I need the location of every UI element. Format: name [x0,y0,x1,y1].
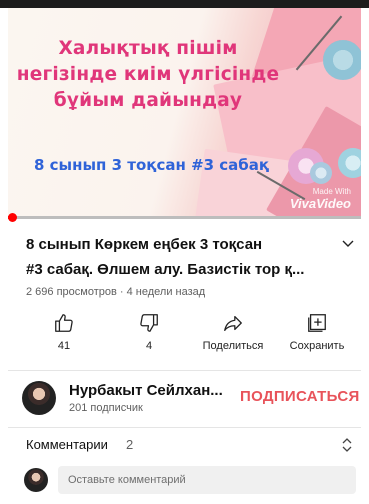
progress-scrubber[interactable] [8,213,17,222]
status-bar [0,0,369,8]
subscriber-count: 201 подписчик [69,402,143,414]
divider [8,370,361,371]
dislike-button[interactable]: 4 [114,312,184,352]
like-count: 41 [57,340,71,352]
comments-label[interactable]: Комментарии [26,437,108,452]
like-button[interactable]: 41 [29,312,99,352]
video-player[interactable]: Халықтық пішім негізінде киім үлгісінде … [8,8,361,218]
thread-spool-image [310,162,332,184]
subscribe-button[interactable]: ПОДПИСАТЬСЯ [240,388,360,405]
watermark: Made With VivaVideo [290,188,351,212]
comments-count: 2 [126,437,134,452]
share-button[interactable]: Поделиться [198,312,268,352]
comment-input[interactable]: Оставьте комментарий [58,466,356,494]
channel-name[interactable]: Нурбакыт Сейлхан... [69,382,223,399]
thumbnail-title-line: бұйым дайындау [53,90,243,111]
thumb-down-icon [140,314,158,332]
thumb-up-icon [55,314,73,332]
share-icon [224,315,242,331]
thumbnail-subtitle: 8 сынып 3 тоқсан #3 сабақ [34,156,270,174]
divider [8,427,361,428]
video-meta: 2 696 просмотров · 4 недели назад [26,286,206,298]
thread-spool-image [338,148,361,178]
video-title-line: #3 сабақ. Өлшем алу. Базистік тор қ... [26,261,305,278]
watermark-brand: VivaVideo [289,196,351,211]
add-to-playlist-icon [308,314,326,332]
chevron-down-icon[interactable] [340,236,356,252]
video-title-line: 8 сынып Көркем еңбек 3 тоқсан [26,236,263,253]
save-label: Сохранить [289,340,345,352]
channel-avatar[interactable] [22,381,56,415]
thumbnail-title-line: негізінде киім үлгісінде [16,64,280,85]
video-progress-bar[interactable] [8,213,361,222]
dislike-count: 4 [145,340,153,352]
save-button[interactable]: Сохранить [282,312,352,352]
watermark-caption: Made With [312,187,351,196]
share-label: Поделиться [202,340,264,352]
expand-collapse-icon[interactable] [340,437,354,453]
thread-spool-image [323,40,361,80]
thumbnail-title-line: Халықтық пішім [58,38,238,59]
user-avatar [24,468,48,492]
video-title[interactable]: 8 сынып Көркем еңбек 3 тоқсан #3 сабақ. … [26,232,326,282]
